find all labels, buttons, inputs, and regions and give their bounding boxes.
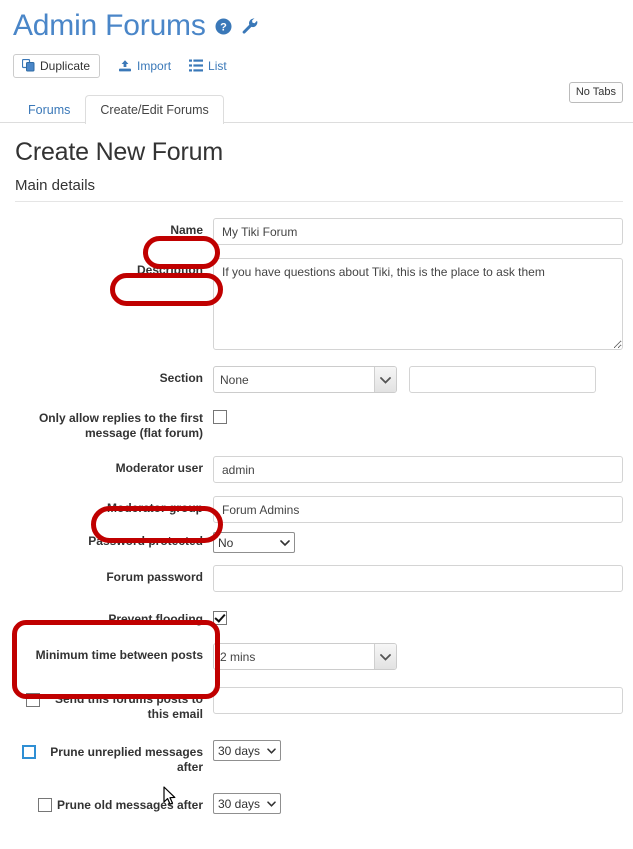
copy-icon	[22, 59, 35, 72]
send-email-label-text: Send this forums posts to this email	[45, 692, 203, 722]
tab-forums[interactable]: Forums	[13, 95, 85, 124]
label-moderator-user: Moderator user	[13, 456, 213, 476]
import-link[interactable]: Import	[118, 59, 171, 73]
flat-forum-checkbox[interactable]	[213, 410, 227, 424]
label-prune-old: Prune old messages after	[13, 793, 213, 813]
minimum-time-select[interactable]: 2 mins	[213, 643, 397, 670]
page-title: Admin Forums	[13, 8, 206, 44]
row-name: Name	[13, 218, 623, 245]
row-description: Description If you have questions about …	[13, 258, 623, 353]
prune-old-checkbox[interactable]	[38, 798, 52, 812]
section-select-wrap: None	[213, 366, 397, 393]
label-description: Description	[13, 258, 213, 278]
minimum-time-select-wrap: 2 mins	[213, 643, 397, 670]
upload-icon	[118, 59, 132, 73]
label-forum-password: Forum password	[13, 565, 213, 585]
tabs-bar: No Tabs Forums Create/Edit Forums	[0, 92, 633, 123]
section-extra-input[interactable]	[409, 366, 596, 393]
create-forum-form: Name Description If you have questions a…	[13, 218, 623, 814]
row-prevent-flooding: Prevent flooding	[13, 607, 623, 627]
label-send-email: Send this forums posts to this email	[13, 687, 213, 722]
prune-unreplied-label-text: Prune unreplied messages after	[41, 745, 203, 775]
row-password-protected: Password protected No	[13, 532, 623, 553]
prune-old-select-wrap: 30 days	[213, 793, 281, 814]
duplicate-button-label: Duplicate	[40, 59, 90, 73]
page-content: Create New Forum Main details Name Descr…	[0, 137, 633, 814]
label-section: Section	[13, 366, 213, 386]
send-email-input[interactable]	[213, 687, 623, 714]
row-section: Section None	[13, 366, 623, 393]
list-link-label: List	[208, 59, 227, 73]
password-protected-select-wrap: No	[213, 532, 295, 553]
send-email-checkbox[interactable]	[26, 693, 40, 707]
row-moderator-user: Moderator user	[13, 456, 623, 483]
label-prevent-flooding: Prevent flooding	[13, 607, 213, 627]
duplicate-button[interactable]: Duplicate	[13, 54, 100, 78]
prune-unreplied-checkbox[interactable]	[22, 745, 36, 759]
row-prune-unreplied: Prune unreplied messages after 30 days	[13, 740, 623, 775]
import-link-label: Import	[137, 59, 171, 73]
list-icon	[189, 59, 203, 72]
page-header: Admin Forums ?	[0, 0, 633, 44]
list-link[interactable]: List	[189, 59, 227, 73]
page-heading: Create New Forum	[15, 137, 623, 167]
description-textarea[interactable]: If you have questions about Tiki, this i…	[213, 258, 623, 350]
label-password-protected: Password protected	[13, 532, 213, 549]
row-prune-old: Prune old messages after 30 days	[13, 793, 623, 814]
label-minimum-time: Minimum time between posts	[13, 643, 213, 663]
row-moderator-group: Moderator group	[13, 496, 623, 523]
section-legend: Main details	[15, 176, 623, 202]
row-flat-forum: Only allow replies to the first message …	[13, 406, 623, 441]
prune-old-label-text: Prune old messages after	[57, 798, 203, 813]
no-tabs-button[interactable]: No Tabs	[569, 82, 623, 103]
moderator-group-input[interactable]	[213, 496, 623, 523]
row-send-email: Send this forums posts to this email	[13, 687, 623, 722]
svg-text:?: ?	[220, 21, 227, 33]
prune-old-select[interactable]: 30 days	[213, 793, 281, 814]
label-moderator-group: Moderator group	[13, 496, 213, 516]
row-minimum-time: Minimum time between posts 2 mins	[13, 643, 623, 670]
toolbar: Duplicate Import List	[13, 53, 633, 78]
name-input[interactable]	[213, 218, 623, 245]
label-flat-forum: Only allow replies to the first message …	[13, 406, 213, 441]
password-protected-select[interactable]: No	[213, 532, 295, 553]
row-forum-password: Forum password	[13, 565, 623, 592]
prune-unreplied-select[interactable]: 30 days	[213, 740, 281, 761]
help-circle-icon[interactable]: ?	[215, 18, 232, 35]
label-name: Name	[13, 218, 213, 238]
moderator-user-input[interactable]	[213, 456, 623, 483]
wrench-icon[interactable]	[241, 17, 259, 35]
section-select[interactable]: None	[213, 366, 397, 393]
label-prune-unreplied: Prune unreplied messages after	[13, 740, 213, 775]
forum-password-input[interactable]	[213, 565, 623, 592]
prevent-flooding-checkbox[interactable]	[213, 611, 227, 625]
prune-unreplied-select-wrap: 30 days	[213, 740, 281, 761]
tab-create-edit-forums[interactable]: Create/Edit Forums	[85, 95, 223, 124]
